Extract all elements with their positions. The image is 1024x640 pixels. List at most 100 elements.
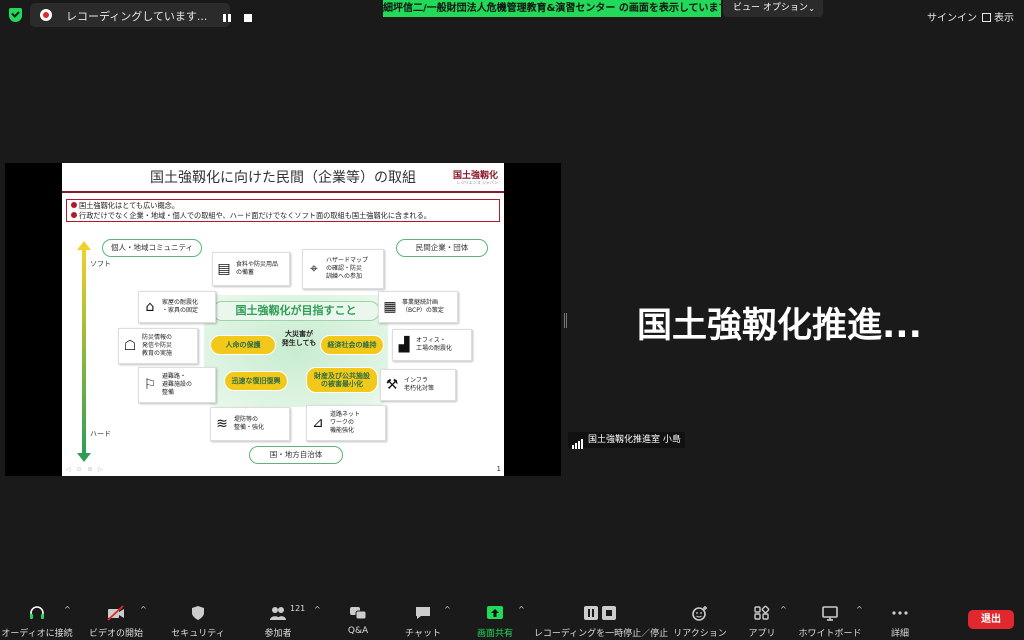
label-private-sector: 民間企業・団体: [396, 239, 488, 257]
start-video-button[interactable]: ^ ビデオの開始: [86, 597, 147, 640]
recording-indicator: レコーディングしています...: [30, 3, 252, 27]
recording-text: レコーディングしています...: [66, 10, 208, 23]
speaker-name-label: 国土強靱化推進室 小島: [568, 432, 685, 449]
slide-controls[interactable]: ◁ ⊙ ⊘ ▷: [66, 466, 105, 473]
stop-recording-icon[interactable]: [244, 14, 252, 22]
display-button[interactable]: 表示: [982, 9, 1014, 24]
split-drag-handle[interactable]: [564, 313, 567, 328]
security-button[interactable]: セキュリティ: [168, 597, 228, 640]
share-screen-button[interactable]: ^ 画面共有: [472, 597, 525, 640]
goal-damage: 財産及び公共施設 の被害最小化: [306, 367, 378, 393]
pause-stop-recording-button[interactable]: レコーディングを一時停止／停止: [534, 597, 668, 640]
chat-icon: [416, 607, 430, 619]
apps-icon: [754, 605, 770, 620]
share-screen-icon: [487, 606, 503, 619]
pause-recording-icon[interactable]: [223, 14, 231, 22]
box-text: 避難路・ 避難施設の 整備: [162, 373, 193, 396]
record-dot-icon: [40, 9, 52, 21]
bullet-icon: [71, 202, 77, 208]
meeting-toolbar: ^ オーディオに接続 ^ ビデオの開始 セキュリティ 121 ^ 参加者 Q&A…: [0, 597, 1024, 640]
page-number: 1: [496, 465, 501, 473]
presentation-slide: 国土強靱化に向けた民間（企業等）の取組 国土強靱化 レジリエンス ジャパン 国土…: [62, 163, 504, 476]
center-goals-panel: 国土強靱化が目指すこと 人命の保護 大災害が 発生しても 経済社会の維持 迅速な…: [204, 295, 388, 407]
apps-button[interactable]: ^ アプリ: [744, 597, 786, 640]
qa-label: Q&A: [347, 626, 369, 636]
audio-options-caret[interactable]: ^: [64, 605, 71, 614]
chevron-down-icon: ⌄: [808, 4, 815, 13]
slide-title: 国土強靱化に向けた民間（企業等）の取組: [62, 163, 504, 193]
participants-button[interactable]: 121 ^ 参加者: [248, 597, 320, 640]
top-bar: レコーディングしています... 細坪信二/一般財団法人危機管理教育&演習センター…: [0, 0, 1024, 30]
box-text: 防災情報の 発信や防災 教育の実施: [142, 334, 173, 357]
pause-stop-icon: [584, 606, 616, 620]
center-condition-text: 大災害が 発生しても: [281, 330, 317, 347]
factory-icon: ▟: [398, 337, 410, 353]
axis-label-hard: ハード: [90, 430, 111, 438]
center-condition: 大災害が 発生しても: [279, 330, 319, 348]
screen-share-banner: 細坪信二/一般財団法人危機管理教育&演習センター の画面を表示しています: [383, 0, 721, 17]
video-off-icon: [107, 605, 124, 621]
more-label: 詳細: [890, 629, 910, 639]
exit-icon: ⚐: [143, 377, 157, 393]
box-text: オフィス・ 工場の耐震化: [416, 337, 453, 352]
box-infrastructure: ⚒ インフラ 老朽化対策: [380, 369, 456, 401]
chat-options-caret[interactable]: ^: [444, 605, 451, 614]
map-pin-icon: ⌖: [310, 261, 318, 277]
share-options-caret[interactable]: ^: [518, 605, 525, 614]
video-options-caret[interactable]: ^: [140, 605, 147, 614]
box-text: 事業継続計画 （BCP）の策定: [402, 299, 444, 314]
apps-options-caret[interactable]: ^: [780, 605, 787, 614]
box-stockpile: ▤ 食料や防災用品 の備蓄: [212, 252, 290, 286]
whiteboard-icon: [822, 606, 838, 621]
security-label: セキュリティ: [171, 629, 225, 639]
sign-in-link[interactable]: サインイン: [927, 9, 977, 24]
display-icon: [982, 13, 991, 22]
box-office-quake: ▟ オフィス・ 工場の耐震化: [392, 329, 472, 361]
shield-check-icon[interactable]: [9, 8, 22, 22]
center-title: 国土強靱化が目指すこと: [212, 301, 380, 321]
leave-button[interactable]: 退出: [968, 610, 1014, 629]
connection-signal-icon: [572, 433, 584, 449]
axis-label-soft: ソフト: [90, 260, 111, 268]
more-button[interactable]: 詳細: [880, 597, 920, 640]
audio-button[interactable]: ^ オーディオに接続: [1, 597, 72, 640]
share-label: 画面共有: [476, 629, 514, 639]
participants-icon: [270, 607, 286, 620]
note-line: 行政だけでなく企業・地域・個人での取組や、ハード面だけでなくソフト面の取組も国土…: [79, 211, 431, 220]
display-label: 表示: [994, 13, 1014, 24]
participants-label: 参加者: [264, 629, 292, 639]
participants-options-caret[interactable]: ^: [314, 605, 321, 614]
goal-economy: 経済社会の維持: [320, 335, 384, 355]
goal-recovery: 迅速な復旧復興: [224, 371, 288, 391]
whiteboard-options-caret[interactable]: ^: [856, 605, 863, 614]
reactions-button[interactable]: リアクション: [673, 597, 727, 640]
apps-label: アプリ: [748, 629, 776, 639]
speaker-label-text: 国土強靱化推進室 小島: [588, 435, 681, 445]
qa-button[interactable]: Q&A: [338, 597, 378, 640]
whiteboard-label: ホワイトボード: [798, 629, 862, 639]
headphone-icon: [30, 606, 44, 619]
house-icon: ⌂: [145, 299, 155, 315]
label-government: 国・地方自治体: [249, 446, 343, 464]
label-individual-community: 個人・地域コミュニティ: [102, 239, 202, 257]
reaction-label: リアクション: [673, 629, 727, 639]
security-shield-icon: [192, 606, 204, 620]
participants-count: 121: [290, 604, 306, 613]
box-text: ハザードマップ の確認・防災 訓練への参加: [326, 257, 369, 280]
goal-life: 人命の保護: [210, 335, 276, 355]
bottle-icon: ▤: [217, 261, 231, 277]
note-line: 国土強靱化はとても広い概念。: [79, 201, 180, 210]
more-dots-icon: [892, 611, 908, 615]
box-disaster-info: ☖ 防災情報の 発信や防災 教育の実施: [118, 328, 198, 364]
view-options-button[interactable]: ビュー オプション ⌄: [723, 0, 823, 17]
speaker-display-name: 国土強靱化推進...: [637, 306, 922, 346]
chat-button[interactable]: ^ チャット: [400, 597, 451, 640]
box-text: 堤防等の 整備・強化: [234, 416, 265, 431]
document-icon: ▦: [383, 299, 397, 315]
shared-screen: 国土強靱化に向けた民間（企業等）の取組 国土強靱化 レジリエンス ジャパン 国土…: [5, 163, 561, 476]
wave-icon: ≋: [216, 416, 228, 432]
whiteboard-button[interactable]: ^ ホワイトボード: [798, 597, 863, 640]
soft-hard-axis-arrow: [77, 241, 91, 462]
qa-bubbles-icon: [350, 607, 367, 620]
box-text: 食料や防災用品 の備蓄: [236, 261, 279, 276]
